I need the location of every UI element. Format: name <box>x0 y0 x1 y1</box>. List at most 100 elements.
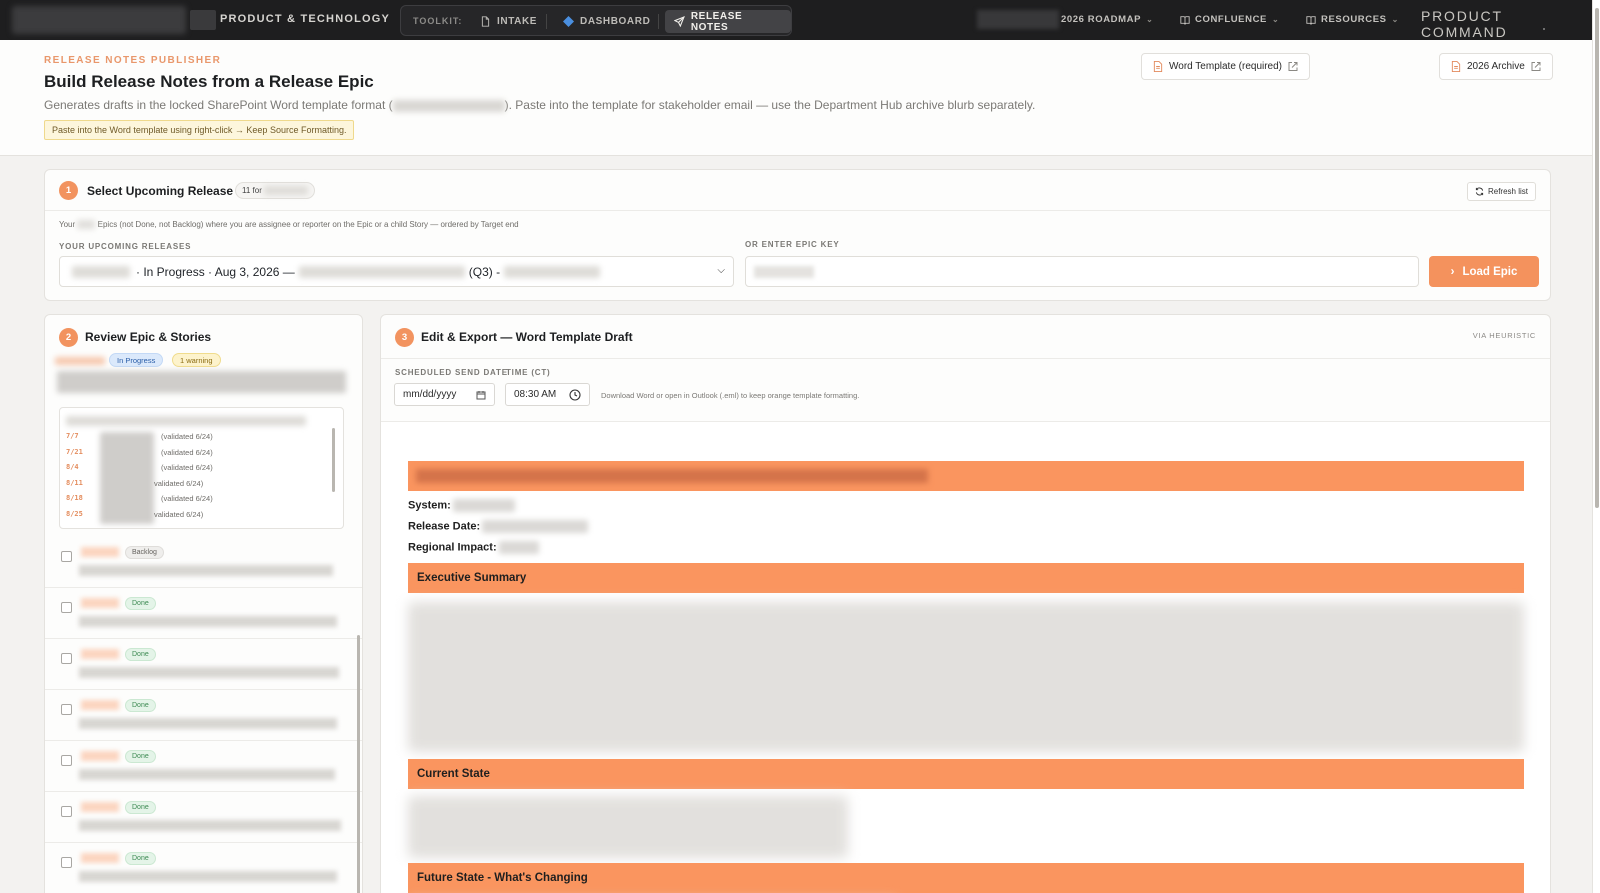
page-header: RELEASE NOTES PUBLISHER Build Release No… <box>0 40 1592 156</box>
story-summary-redacted <box>79 667 339 678</box>
send-date-input[interactable]: mm/dd/yyyy <box>394 383 495 406</box>
story-row[interactable]: Done <box>45 741 362 792</box>
story-key-redacted <box>81 700 119 710</box>
story-status-badge: Done <box>125 801 156 814</box>
upcoming-releases-label: YOUR UPCOMING RELEASES <box>59 242 192 251</box>
story-checkbox[interactable] <box>61 704 72 715</box>
refresh-icon <box>1475 187 1484 196</box>
story-row[interactable]: Done <box>45 639 362 690</box>
story-row[interactable]: Done <box>45 690 362 741</box>
story-row[interactable]: Done <box>45 843 362 893</box>
release-quarter-text: (Q3) - <box>468 264 501 279</box>
story-row[interactable]: Done <box>45 588 362 639</box>
tab-release-notes-label: RELEASE NOTES <box>690 10 743 33</box>
timeline-note: (validated 6/24) <box>161 494 213 503</box>
step-number: 3 <box>395 328 414 347</box>
select-release-title: Select Upcoming Release <box>87 184 234 198</box>
tab-dashboard[interactable]: DASHBOARD <box>554 10 659 33</box>
toolkit-label: TOOLKIT: <box>413 16 463 26</box>
load-epic-button[interactable]: › Load Epic <box>1429 256 1539 287</box>
tab-intake-label: INTAKE <box>497 16 538 27</box>
redacted-text <box>504 265 601 278</box>
redacted-text <box>77 220 96 230</box>
epic-key-input[interactable] <box>745 256 1419 287</box>
status-badge: In Progress <box>109 353 164 367</box>
story-checkbox[interactable] <box>61 551 72 562</box>
confluence-menu-label: CONFLUENCE <box>1195 14 1267 25</box>
timeline-date: 8/18 <box>66 494 83 502</box>
page-scrollbar[interactable] <box>1592 0 1600 893</box>
brand-logo <box>12 6 186 34</box>
epic-summary-redacted <box>57 371 346 393</box>
epic-key-label: OR ENTER EPIC KEY <box>745 240 840 249</box>
user-chip[interactable] <box>977 10 1059 29</box>
regional-impact-label: Regional Impact: <box>408 541 497 554</box>
story-status-badge: Backlog <box>125 546 164 559</box>
edit-export-card: 3 Edit & Export — Word Template Draft VI… <box>380 314 1551 893</box>
product-command-title: PRODUCT COMMAND <box>1421 8 1508 40</box>
story-status-badge: Done <box>125 852 156 865</box>
story-checkbox[interactable] <box>61 755 72 766</box>
release-status-text: · In Progress · Aug 3, 2026 — <box>136 264 295 279</box>
word-template-button[interactable]: Word Template (required) <box>1141 53 1311 80</box>
step-number: 1 <box>59 181 78 200</box>
story-list-scrollbar[interactable] <box>357 635 360 893</box>
refresh-list-button[interactable]: Refresh list <box>1466 182 1536 201</box>
subtitle-after: ). Paste into the template for stakehold… <box>504 98 1036 112</box>
page-title: Build Release Notes from a Release Epic <box>44 72 374 91</box>
send-controls: SCHEDULED SEND DATE TIME (CT) mm/dd/yyyy… <box>381 359 1550 422</box>
external-link-icon <box>1288 62 1298 71</box>
story-status-badge: Done <box>125 750 156 763</box>
executive-summary-redacted <box>408 602 1524 752</box>
subtitle-before: Generates drafts in the locked SharePoin… <box>44 98 393 112</box>
timeline-note: (validated 6/24) <box>161 447 213 457</box>
chevron-right-icon: › <box>1450 265 1455 278</box>
edit-export-title: Edit & Export — Word Template Draft <box>421 330 633 344</box>
redacted-text <box>298 265 465 278</box>
story-key-redacted <box>81 853 119 863</box>
document-icon <box>1153 61 1163 72</box>
calendar-icon <box>476 391 486 400</box>
story-checkbox[interactable] <box>61 857 72 868</box>
paste-notice: Paste into the Word template using right… <box>44 120 355 140</box>
story-checkbox[interactable] <box>61 602 72 613</box>
story-checkbox[interactable] <box>61 653 72 664</box>
story-status-badge: Done <box>125 699 156 712</box>
help-before: Your <box>59 220 76 229</box>
release-help-text: Your Epics (not Done, not Backlog) where… <box>59 220 519 230</box>
roadmap-menu[interactable]: 2026 ROADMAP ⌄ <box>1061 14 1153 25</box>
story-summary-redacted <box>79 718 337 729</box>
clock-icon <box>569 389 581 401</box>
executive-summary-heading: Executive Summary <box>408 563 1524 593</box>
story-row[interactable]: Backlog <box>45 537 362 588</box>
top-navigation: PRODUCT & TECHNOLOGY TOOLKIT: INTAKE DAS… <box>0 0 1592 40</box>
story-key-redacted <box>81 547 119 557</box>
archive-button[interactable]: 2026 Archive <box>1439 53 1553 80</box>
upcoming-release-select[interactable]: · In Progress · Aug 3, 2026 — (Q3) - ⌵ <box>59 256 734 287</box>
story-row[interactable]: Done <box>45 792 362 843</box>
release-title-band <box>408 461 1524 491</box>
timeline-date: 7/21 <box>66 447 83 456</box>
tab-release-notes[interactable]: RELEASE NOTES <box>665 10 791 33</box>
chevron-down-icon: ⌄ <box>1271 15 1280 24</box>
chevron-down-icon: ⌄ <box>1146 15 1154 24</box>
word-template-preview[interactable]: System: Release Date: Regional Impact: E… <box>381 422 1550 893</box>
edit-export-header: 3 Edit & Export — Word Template Draft VI… <box>381 315 1550 359</box>
current-state-redacted <box>408 796 848 858</box>
release-date-label: Release Date: <box>408 520 481 533</box>
timeline-note: (validated 6/24) <box>161 432 213 441</box>
time-label: TIME (CT) <box>506 368 551 377</box>
refresh-list-label: Refresh list <box>1487 187 1528 196</box>
warning-badge[interactable]: 1 warning <box>172 353 221 367</box>
brand-mark <box>190 10 216 30</box>
tab-intake[interactable]: INTAKE <box>471 10 546 33</box>
story-checkbox[interactable] <box>61 806 72 817</box>
story-summary-redacted <box>79 820 341 831</box>
send-time-input[interactable]: 08:30 AM <box>505 383 590 406</box>
regional-impact-field: Regional Impact: <box>408 541 539 554</box>
story-summary-redacted <box>79 616 337 627</box>
resources-menu[interactable]: RESOURCES ⌄ <box>1306 14 1399 25</box>
confluence-menu[interactable]: CONFLUENCE ⌄ <box>1180 14 1279 25</box>
review-epic-title: Review Epic & Stories <box>85 330 212 344</box>
file-icon <box>481 16 490 27</box>
